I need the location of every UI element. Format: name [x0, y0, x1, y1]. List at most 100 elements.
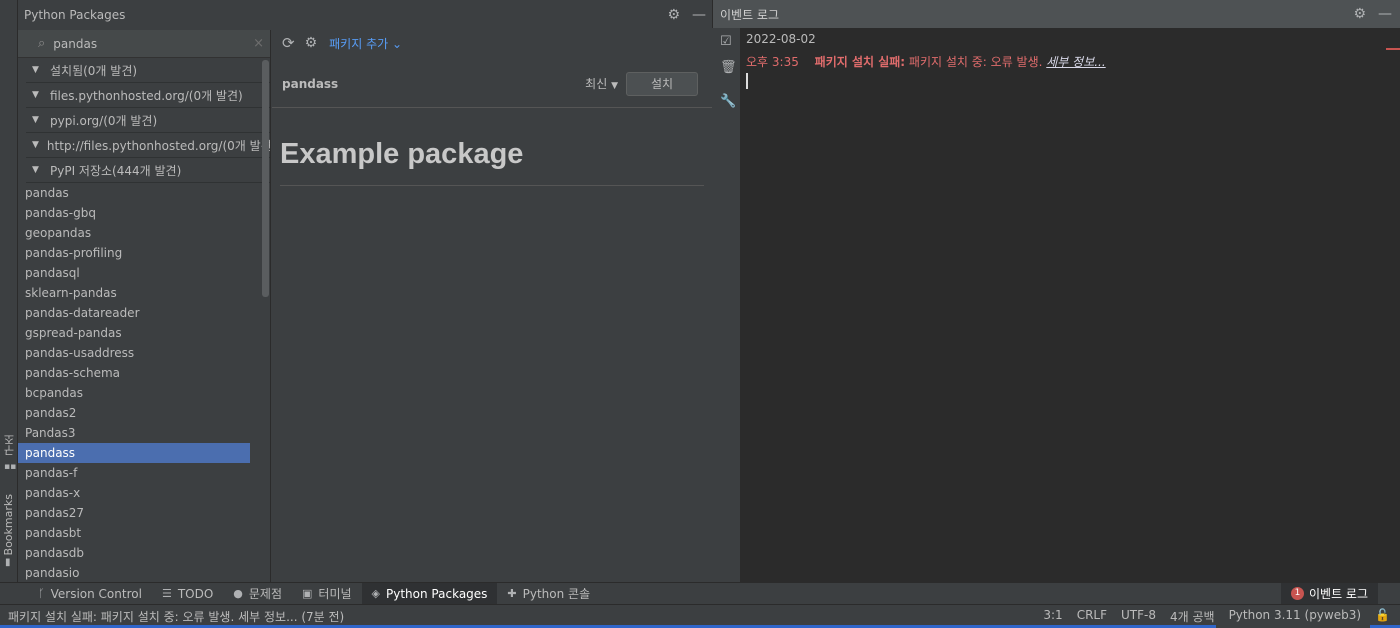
package-list-item[interactable]: pandas-datareader — [18, 303, 270, 323]
repo-group[interactable]: ▼ pypi.org/(0개 발견) — [26, 108, 270, 133]
add-package-dropdown[interactable]: 패키지 추가 ⌄ — [329, 35, 402, 52]
trash-icon[interactable]: 🗑 — [720, 60, 737, 75]
expand-triangle-icon[interactable]: ▼ — [32, 65, 42, 75]
package-list-item[interactable]: pandas — [18, 183, 270, 203]
detail-toolbar: ⟳ ⚙ 패키지 추가 ⌄ — [272, 30, 712, 56]
panel-title: Python Packages — [24, 8, 126, 22]
terminal-icon: ▣ — [302, 587, 313, 600]
package-list-item[interactable]: pandasbt — [18, 523, 270, 543]
event-log-settings-icon[interactable]: ⚙ — [1353, 7, 1366, 21]
tab-python-packages[interactable]: ◈ Python Packages — [361, 582, 498, 605]
event-details-link[interactable]: 세부 정보... — [1046, 55, 1105, 69]
tab-todo[interactable]: ☰ TODO — [152, 583, 223, 605]
package-list-item[interactable]: pandas-profiling — [18, 243, 270, 263]
package-detail-pane: ⟳ ⚙ 패키지 추가 ⌄ pandass 최신 ▼ 설치 Example pac… — [272, 30, 712, 582]
doc-divider — [280, 185, 704, 186]
vertical-scrollbar[interactable] — [262, 60, 269, 297]
package-list-item[interactable]: pandas-gbq — [18, 203, 270, 223]
expand-triangle-icon[interactable]: ▼ — [32, 140, 39, 150]
event-log-title: 이벤트 로그 — [720, 7, 780, 22]
text-caret — [746, 73, 748, 89]
event-time: 오후 3:35 — [746, 55, 799, 69]
package-list-item[interactable]: pandasql — [18, 263, 270, 283]
repo-group[interactable]: ▼ 설치됨(0개 발견) — [26, 58, 270, 83]
package-list-item[interactable]: pandas-usaddress — [18, 343, 270, 363]
event-date: 2022-08-02 — [746, 32, 816, 46]
file-encoding[interactable]: UTF-8 — [1121, 608, 1156, 625]
package-list-item[interactable]: Pandas3 — [18, 423, 270, 443]
search-icon: ⌕ — [38, 36, 46, 51]
repo-group-label: 설치됨(0개 발견) — [50, 63, 138, 78]
event-log-body[interactable]: 2022-08-02 오후 3:35 패키지 설치 실패: 패키지 설치 중: … — [741, 28, 1400, 582]
package-list-item[interactable]: pandas27 — [18, 503, 270, 523]
repo-group[interactable]: ▼ http://files.pythonhosted.org/(0개 발견) — [26, 133, 270, 158]
list-icon: ☰ — [161, 587, 172, 600]
structure-icon: ▪▪ — [4, 462, 17, 472]
options-gear-icon[interactable]: ⚙ — [305, 36, 318, 50]
tool-window-tabs: ᚴ Version Control ☰ TODO ● 문제점 ▣ 터미널 ◈ Python… — [0, 582, 1400, 605]
expand-triangle-icon[interactable]: ▼ — [32, 165, 42, 175]
package-doc-title: Example package — [280, 138, 524, 170]
package-detail-header: pandass 최신 ▼ 설치 — [272, 60, 712, 108]
event-entry: 오후 3:35 패키지 설치 실패: 패키지 설치 중: 오류 발생. 세부 정… — [746, 53, 1106, 70]
package-list-item[interactable]: geopandas — [18, 223, 270, 243]
package-list-item[interactable]: pandas-f — [18, 463, 270, 483]
repo-group-label: PyPI 저장소(444개 발견) — [50, 163, 182, 178]
expand-triangle-icon[interactable]: ▼ — [32, 90, 42, 100]
left-tool-strip: 구조 ▪▪ Bookmarks ▮ — [0, 0, 18, 604]
tab-problems[interactable]: ● 문제점 — [223, 583, 292, 605]
tab-python-console[interactable]: ✚ Python 콘솔 — [497, 583, 600, 605]
minimize-icon[interactable]: — — [692, 8, 706, 22]
python-icon: ✚ — [507, 587, 517, 600]
repo-group-label: pypi.org/(0개 발견) — [50, 113, 158, 128]
chevron-down-icon: ⌄ — [391, 36, 403, 51]
package-list-item[interactable]: pandas2 — [18, 403, 270, 423]
settings-gear-icon[interactable]: ⚙ — [667, 8, 680, 22]
tab-event-log[interactable]: 1 이벤트 로그 — [1280, 582, 1378, 605]
event-count-badge: 1 — [1290, 587, 1304, 600]
package-list-item[interactable]: pandas-schema — [18, 363, 270, 383]
mark-read-icon[interactable]: ☑ — [720, 34, 732, 49]
structure-tool-label[interactable]: 구조 — [2, 434, 18, 456]
package-list-item[interactable]: pandas-x — [18, 483, 270, 503]
refresh-icon[interactable]: ⟳ — [282, 36, 295, 51]
clear-search-icon[interactable]: × — [253, 36, 264, 51]
package-list-item[interactable]: pandass — [18, 443, 250, 463]
repo-group-label: files.pythonhosted.org/(0개 발견) — [50, 88, 243, 103]
branch-icon: ᚴ — [38, 587, 45, 600]
install-button[interactable]: 설치 — [626, 71, 698, 96]
caret-position[interactable]: 3:1 — [1043, 608, 1062, 625]
event-log-toolbar: ☑ 🗑 🔧 — [712, 28, 741, 582]
wrench-icon[interactable]: 🔧 — [720, 94, 736, 109]
search-input[interactable] — [53, 36, 234, 51]
event-title: 패키지 설치 실패: — [814, 55, 906, 69]
event-log-header: 이벤트 로그 ⚙ — — [712, 0, 1400, 28]
package-list-item[interactable]: sklearn-pandas — [18, 283, 270, 303]
bookmarks-tool-label[interactable]: Bookmarks — [2, 494, 15, 555]
package-name: pandass — [282, 76, 339, 91]
bookmark-icon: ▮ — [5, 557, 11, 568]
tab-terminal[interactable]: ▣ 터미널 — [292, 583, 362, 605]
package-list-item[interactable]: pandasio — [18, 563, 270, 582]
search-bar: ⌕ × — [18, 30, 270, 58]
repo-group[interactable]: ▼ PyPI 저장소(444개 발견) — [26, 158, 270, 183]
indent-setting[interactable]: 4개 공백 — [1170, 608, 1215, 625]
status-message[interactable]: 패키지 설치 실패: 패키지 설치 중: 오류 발생. 세부 정보... (7분… — [8, 608, 344, 625]
package-list-item[interactable]: pandasdb — [18, 543, 270, 563]
repo-group[interactable]: ▼ files.pythonhosted.org/(0개 발견) — [26, 83, 270, 108]
package-list-item[interactable]: gspread-pandas — [18, 323, 270, 343]
error-marker — [1386, 48, 1400, 50]
tab-version-control[interactable]: ᚴ Version Control — [28, 583, 152, 605]
repo-group-label: http://files.pythonhosted.org/(0개 발견) — [46, 138, 270, 153]
event-log-minimize-icon[interactable]: — — [1378, 7, 1392, 21]
version-dropdown[interactable]: 최신 ▼ — [585, 75, 618, 92]
line-ending[interactable]: CRLF — [1077, 608, 1107, 625]
lock-icon[interactable]: 🔓 — [1375, 608, 1390, 625]
package-list-item[interactable]: bcpandas — [18, 383, 270, 403]
interpreter-selector[interactable]: Python 3.11 (pyweb3) — [1229, 608, 1361, 625]
package-list: pandas pandas-gbq geopandas pandas-profilin… — [18, 183, 270, 582]
dropdown-triangle-icon: ▼ — [611, 81, 618, 91]
info-icon: ● — [233, 587, 243, 600]
python-packages-header: Python Packages ⚙ — — [18, 0, 712, 30]
expand-triangle-icon[interactable]: ▼ — [32, 115, 42, 125]
